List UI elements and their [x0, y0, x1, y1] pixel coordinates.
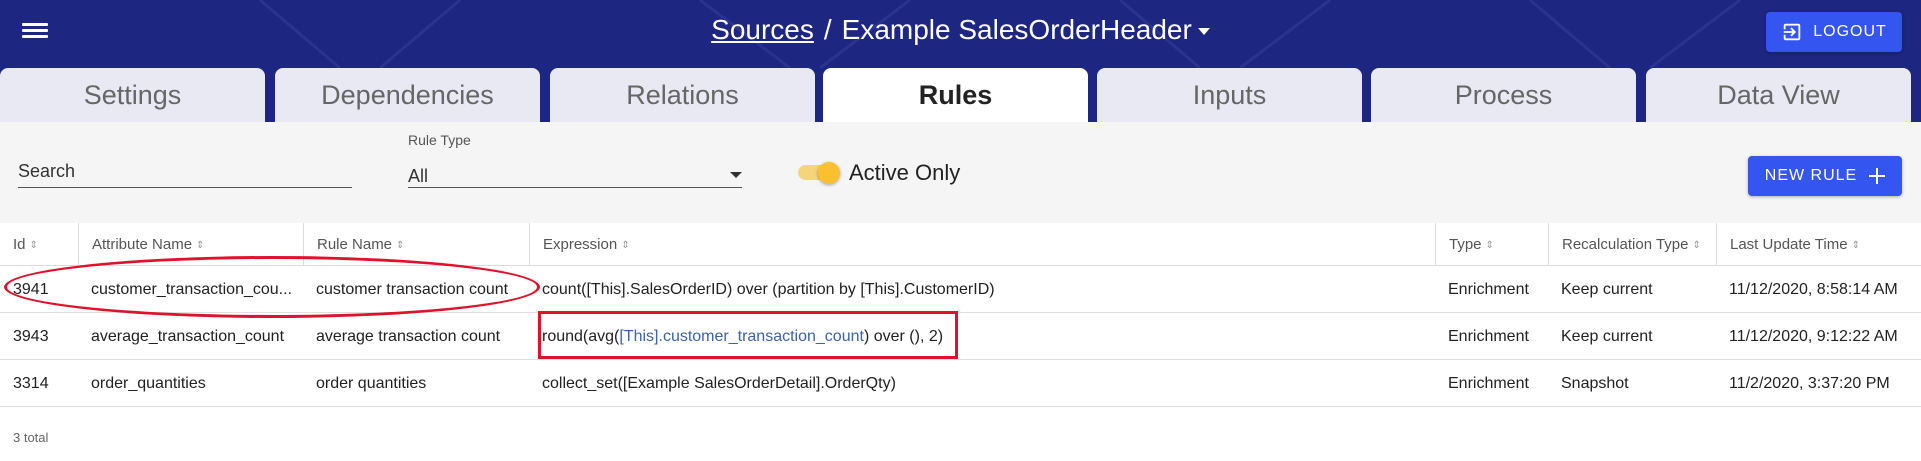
tab-rules[interactable]: Rules — [823, 68, 1088, 122]
current-source-name[interactable]: Example SalesOrderHeader — [842, 14, 1192, 45]
column-header-expression[interactable]: Expression ⇕ — [529, 223, 1435, 266]
tab-relations[interactable]: Relations — [550, 68, 815, 122]
cell-last-update-time: 11/12/2020, 8:58:14 AM — [1729, 281, 1898, 298]
tab-data-view[interactable]: Data View — [1646, 68, 1911, 122]
sort-icon: ⇕ — [1692, 239, 1701, 251]
column-header-label: Attribute Name — [92, 236, 193, 253]
sort-icon: ⇕ — [1485, 239, 1494, 251]
toggle-knob — [818, 162, 840, 184]
cell-rule-name: order quantities — [316, 375, 427, 392]
caret-down-icon[interactable] — [1197, 28, 1210, 36]
expression-text: collect_set([Example SalesOrderDetail].O… — [542, 375, 896, 392]
cell-id: 3941 — [13, 281, 49, 298]
cell-id: 3943 — [13, 328, 49, 345]
cell-type: Enrichment — [1448, 281, 1529, 298]
sort-icon: ⇕ — [196, 239, 205, 251]
rule-type-label: Rule Type — [408, 132, 471, 148]
cell-last-update-time: 11/2/2020, 3:37:20 PM — [1729, 375, 1890, 392]
logout-icon — [1783, 23, 1801, 41]
cell-type: Enrichment — [1448, 375, 1529, 392]
expression-text: count([This].SalesOrderID) over (partiti… — [542, 281, 995, 298]
column-header-label: Id — [13, 236, 26, 253]
cell-expression: count([This].SalesOrderID) over (partiti… — [529, 267, 1435, 313]
cell-type: Enrichment — [1448, 328, 1529, 345]
breadcrumb-sources-link[interactable]: Sources — [711, 14, 814, 45]
column-header-type[interactable]: Type ⇕ — [1435, 223, 1548, 266]
total-count: 3 total — [13, 430, 49, 445]
expression-reference-link[interactable]: [This].customer_transaction_count — [619, 328, 864, 345]
table-row[interactable]: 3943 average_transaction_count average t… — [0, 314, 1921, 360]
cell-recalculation-type: Keep current — [1561, 281, 1653, 298]
column-header-recalculation-type[interactable]: Recalculation Type ⇕ — [1548, 223, 1716, 266]
cell-recalculation-type: Keep current — [1561, 328, 1653, 345]
cell-attribute-name: customer_transaction_cou... — [91, 281, 292, 298]
tab-bar: Settings Dependencies Relations Rules In… — [0, 68, 1921, 122]
cell-attribute-name: average_transaction_count — [91, 328, 285, 345]
tab-process[interactable]: Process — [1371, 68, 1636, 122]
page-title: Sources / Example SalesOrderHeader — [0, 14, 1921, 46]
logout-button[interactable]: LOGOUT — [1766, 12, 1902, 52]
cell-recalculation-type: Snapshot — [1561, 375, 1629, 392]
tab-settings[interactable]: Settings — [0, 68, 265, 122]
cell-expression: collect_set([Example SalesOrderDetail].O… — [529, 361, 1435, 407]
cell-expression: round(avg([This].customer_transaction_co… — [529, 314, 1435, 360]
expression-text: ) over (), 2) — [863, 328, 944, 345]
column-header-label: Last Update Time — [1730, 236, 1848, 253]
sort-icon: ⇕ — [29, 239, 38, 251]
expression-text: round(avg( — [542, 328, 620, 345]
table-header-row: Id ⇕ Attribute Name ⇕ Rule Name ⇕ Expressio… — [0, 223, 1921, 266]
filter-bar: Rule Type All Active Only NEW RULE — [0, 122, 1921, 223]
table-row[interactable]: 3314 order_quantities order quantities c… — [0, 361, 1921, 407]
column-header-attribute-name[interactable]: Attribute Name ⇕ — [78, 223, 303, 266]
search-field — [18, 156, 352, 188]
active-only-toggle[interactable] — [798, 162, 840, 184]
cell-attribute-name: order_quantities — [91, 375, 206, 392]
column-header-label: Recalculation Type — [1562, 236, 1689, 253]
cell-last-update-time: 11/12/2020, 9:12:22 AM — [1729, 328, 1898, 345]
rule-type-value: All — [408, 166, 429, 186]
cell-id: 3314 — [13, 375, 49, 392]
plus-icon — [1869, 168, 1886, 184]
column-header-label: Type — [1449, 236, 1482, 253]
column-header-id[interactable]: Id ⇕ — [0, 223, 78, 266]
active-only-label: Active Only — [849, 160, 961, 185]
dropdown-arrow-icon — [730, 172, 742, 178]
rule-type-select[interactable]: Rule Type All — [408, 132, 742, 188]
tab-inputs[interactable]: Inputs — [1097, 68, 1362, 122]
breadcrumb-separator: / — [823, 14, 832, 45]
column-header-last-update-time[interactable]: Last Update Time ⇕ — [1716, 223, 1921, 266]
new-rule-button[interactable]: NEW RULE — [1748, 156, 1902, 196]
new-rule-label: NEW RULE — [1764, 167, 1858, 184]
app-header: Sources / Example SalesOrderHeader LOGOUT — [0, 0, 1921, 68]
tab-dependencies[interactable]: Dependencies — [275, 68, 540, 122]
sort-icon: ⇕ — [1851, 239, 1860, 251]
cell-rule-name: average transaction count — [316, 328, 501, 345]
logout-label: LOGOUT — [1813, 23, 1887, 40]
column-header-rule-name[interactable]: Rule Name ⇕ — [303, 223, 529, 266]
search-input[interactable] — [18, 156, 352, 186]
sort-icon: ⇕ — [621, 239, 630, 251]
table-row[interactable]: 3941 customer_transaction_cou... custome… — [0, 267, 1921, 313]
sort-icon: ⇕ — [396, 239, 405, 251]
column-header-label: Expression — [543, 236, 618, 253]
cell-rule-name: customer transaction count — [316, 281, 509, 298]
column-header-label: Rule Name — [317, 236, 393, 253]
